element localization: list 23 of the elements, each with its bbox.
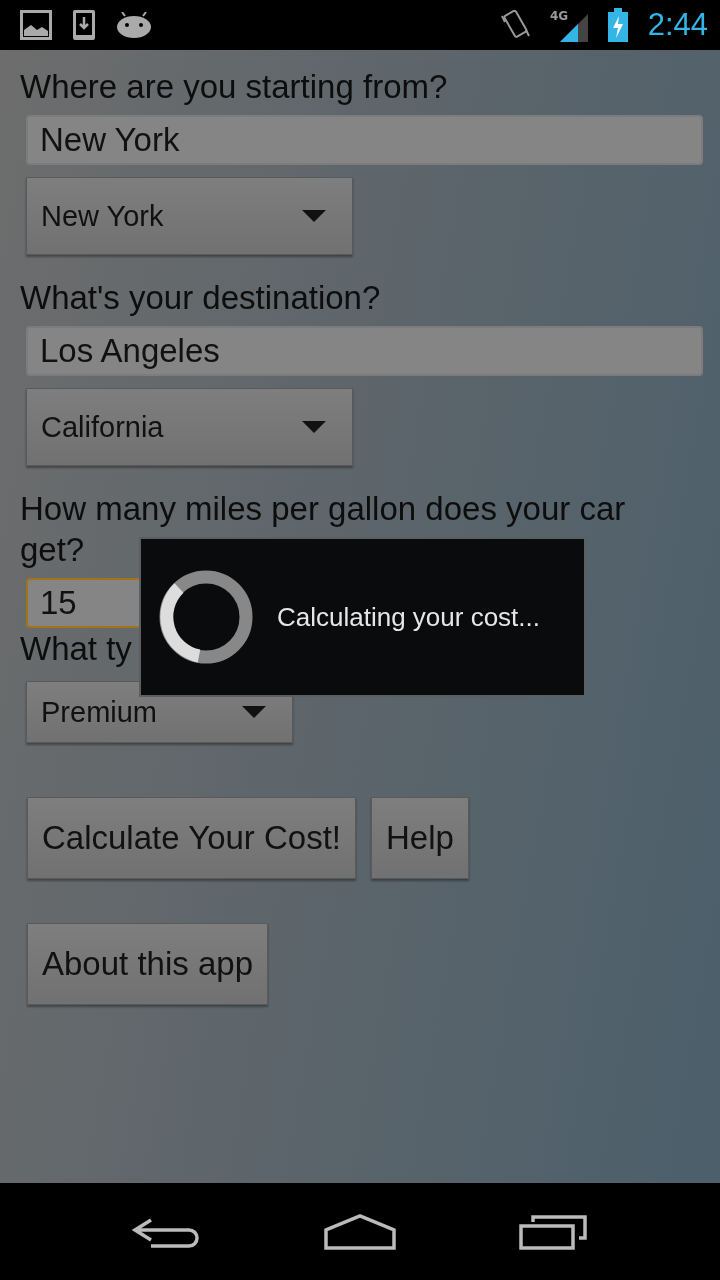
caret-icon <box>242 706 266 718</box>
action-button[interactable]: Calculate Your Cost! <box>27 797 356 879</box>
android-icon <box>116 12 152 38</box>
home-icon[interactable] <box>323 1211 397 1252</box>
text-field[interactable]: New York <box>26 115 703 165</box>
download-icon <box>72 9 96 41</box>
battery-icon <box>607 8 628 42</box>
field-label: What's your destination? <box>20 278 381 318</box>
dropdown[interactable]: California <box>26 388 353 466</box>
text-field[interactable]: Los Angeles <box>26 326 703 376</box>
caret-icon <box>302 421 326 433</box>
dialog-message: Calculating your cost... <box>277 601 540 633</box>
recent-apps-icon[interactable] <box>519 1213 589 1250</box>
field-label: What ty <box>20 629 132 669</box>
spinner-icon <box>159 570 253 664</box>
clock-time: 2:44 <box>647 7 708 43</box>
picture-icon <box>20 10 52 40</box>
field-label: How many miles per gallon does your car get? <box>20 489 627 570</box>
caret-icon <box>302 210 326 222</box>
action-button[interactable]: About this app <box>27 923 268 1005</box>
field-label: Where are you starting from? <box>20 67 448 107</box>
action-button[interactable]: Help <box>371 797 469 879</box>
dropdown[interactable]: New York <box>26 177 353 255</box>
